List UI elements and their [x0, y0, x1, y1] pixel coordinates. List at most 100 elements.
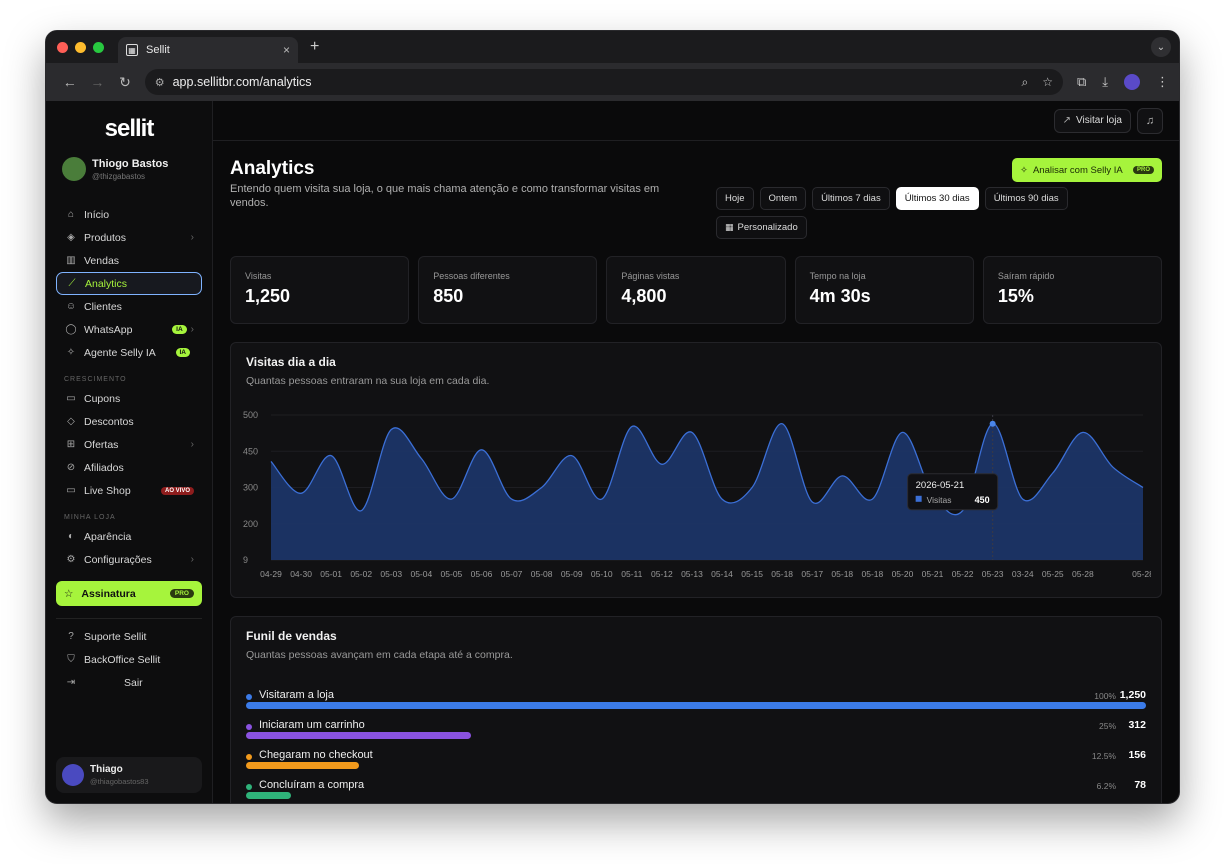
funnel-step-bar: [246, 732, 471, 739]
sidebar-item-cupons[interactable]: ▭ Cupons: [56, 387, 202, 410]
top-bar: ↗ Visitar loja ♫: [213, 101, 1179, 141]
palette-icon: ◐: [67, 531, 75, 542]
funnel-step-bar: [246, 792, 291, 799]
stat-label: Visitas: [245, 271, 272, 281]
user-name: Thiogo Bastos: [92, 157, 169, 170]
user-handle: @thiagobastos83: [90, 777, 149, 786]
period-custom[interactable]: ▦ Personalizado: [716, 216, 807, 239]
sidebar-item-produtos[interactable]: ◈ Produtos ›: [56, 226, 202, 249]
line-chart-icon: ⟋: [68, 278, 76, 289]
live-badge: AO VIVO: [160, 486, 194, 495]
sidebar-item-label: Afiliados: [84, 461, 124, 474]
external-link-icon: ↗: [1062, 115, 1072, 126]
sidebar-item-label: Configurações: [84, 553, 152, 566]
zoom-icon[interactable]: ⌕: [1021, 75, 1028, 90]
x-tick-label: 05-20: [892, 569, 914, 579]
chevron-down-icon[interactable]: ⌄: [1151, 37, 1171, 57]
more-menu-icon[interactable]: ⋮: [1156, 74, 1169, 90]
extensions-icon[interactable]: ⧉: [1077, 74, 1086, 90]
sparkle-icon: ✧: [1020, 164, 1028, 176]
chevron-right-icon: ›: [190, 439, 194, 450]
funnel-step-percent: 25%: [1098, 721, 1116, 731]
link-icon: ⊘: [66, 462, 76, 473]
main-content: ↗ Visitar loja ♫ Analytics Entendo quem v…: [213, 101, 1179, 803]
sparkle-icon: ✧: [66, 347, 76, 358]
tab-close-icon[interactable]: ×: [283, 43, 290, 57]
minimize-window-button[interactable]: [75, 41, 86, 53]
browser-window: ▦ Sellit × + ⌄ ← → ↻ ⚙ app.sellitbr.com/…: [45, 30, 1180, 804]
stat-label: Tempo na loja: [809, 271, 866, 281]
sidebar-item-live-shop[interactable]: ▭ Live Shop AO VIVO: [56, 479, 202, 502]
sidebar-item-afiliados[interactable]: ⊘ Afiliados: [56, 456, 202, 479]
stat-value: 4,800: [621, 286, 667, 306]
bell-icon[interactable]: ♫: [1137, 107, 1163, 134]
sidebar-item-vendas[interactable]: ▥ Vendas: [56, 249, 202, 272]
browser-tab[interactable]: ▦ Sellit ×: [118, 37, 298, 63]
funnel-step: Chegaram no checkout 12.5% 156: [246, 745, 1146, 775]
funnel-step: Iniciaram um carrinho 25% 312: [246, 715, 1146, 745]
x-tick-label: 05-07: [501, 569, 523, 579]
stat-card: Páginas vistas 4,800: [606, 256, 786, 324]
visits-chart[interactable]: 500 450 300 200 9 2026-05-21 Visitas 450 04-29 04…: [241, 405, 1151, 585]
site-settings-icon[interactable]: ⚙: [155, 76, 165, 89]
period-yesterday[interactable]: Ontem: [759, 187, 807, 210]
x-tick-label: 04-30: [290, 569, 312, 579]
x-tick-label: 05-06: [471, 569, 493, 579]
sidebar-item-label: Ofertas: [84, 438, 119, 451]
profile-avatar[interactable]: [1124, 74, 1140, 90]
sidebar-item-aparencia[interactable]: ◐ Aparência: [56, 525, 202, 548]
sidebar-item-label: Sair: [124, 676, 143, 689]
sidebar-item-analytics[interactable]: ⟋ Analytics: [56, 272, 202, 295]
avatar: [62, 157, 86, 181]
period-90-days[interactable]: Últimos 90 dias: [984, 187, 1068, 210]
maximize-window-button[interactable]: [93, 41, 104, 53]
funnel-step-label: Visitaram a loja: [259, 689, 334, 701]
url-field[interactable]: ⚙ app.sellitbr.com/analytics ⌕ ☆: [144, 69, 1063, 95]
forward-icon[interactable]: →: [84, 74, 112, 90]
period-today[interactable]: Hoje: [716, 187, 754, 210]
gear-icon: ⚙: [66, 554, 76, 565]
x-tick-label: 05-04: [410, 569, 432, 579]
sidebar-item-agente-selly[interactable]: ✧ Agente Selly IA IA: [56, 341, 202, 364]
bookmark-star-icon[interactable]: ☆: [1042, 75, 1053, 90]
url-text: app.sellitbr.com/analytics: [172, 75, 312, 89]
period-7-days[interactable]: Últimos 7 dias: [812, 187, 890, 210]
sidebar-item-ofertas[interactable]: ⊞ Ofertas ›: [56, 433, 202, 456]
y-tick-label: 200: [243, 519, 258, 529]
download-icon[interactable]: ⤓: [1102, 74, 1108, 90]
x-tick-label: 05-03: [380, 569, 402, 579]
sidebar-item-backoffice[interactable]: ⛉ BackOffice Sellit: [56, 648, 202, 671]
chevron-right-icon: ›: [190, 324, 194, 335]
back-icon[interactable]: ←: [56, 74, 84, 90]
sellit-logo[interactable]: sellit: [56, 115, 202, 143]
funnel-step-label: Concluíram a compra: [259, 779, 365, 791]
sidebar-item-suporte[interactable]: ? Suporte Sellit: [56, 625, 202, 648]
sidebar-item-label: Analytics: [85, 277, 128, 290]
account-user[interactable]: Thiago @thiagobastos83: [56, 757, 202, 793]
sidebar-item-whatsapp[interactable]: ◯ WhatsApp IA ›: [56, 318, 202, 341]
close-window-button[interactable]: [57, 41, 68, 53]
sidebar-item-clientes[interactable]: ☺ Clientes: [56, 295, 202, 318]
tooltip-date: 2026-05-21: [916, 480, 965, 491]
help-icon: ?: [68, 631, 74, 642]
analyze-ai-button[interactable]: ✧ Analisar com Selly IA PRO: [1012, 158, 1162, 182]
chat-icon: ◯: [65, 324, 77, 335]
store-user[interactable]: Thiogo Bastos @thizgabastos: [56, 157, 202, 181]
period-30-days[interactable]: Últimos 30 dias: [895, 187, 979, 210]
x-tick-label: 05-13: [681, 569, 703, 579]
sidebar-item-inicio[interactable]: ⌂ Início: [56, 203, 202, 226]
visits-chart-card: Visitas dia a dia Quantas pessoas entrar…: [230, 342, 1162, 598]
funnel-step-value: 156: [1128, 749, 1146, 761]
sidebar-item-configuracoes[interactable]: ⚙ Configurações ›: [56, 548, 202, 571]
funnel-subtitle: Quantas pessoas avançam em cada etapa at…: [246, 649, 513, 661]
visit-store-button[interactable]: ↗ Visitar loja: [1053, 108, 1131, 133]
stats-row: Visitas 1,250 Pessoas diferentes 850 Págin…: [230, 256, 1163, 324]
funnel-steps: Visitaram a loja 100% 1,250 Iniciaram um ca…: [246, 685, 1146, 803]
sidebar-item-descontos[interactable]: ◇ Descontos: [56, 410, 202, 433]
sidebar-item-sair[interactable]: ⇥ Sair: [56, 671, 202, 694]
x-tick-label: 05-28: [1072, 569, 1094, 579]
subscription-button[interactable]: ☆ Assinatura PRO: [56, 581, 202, 606]
funnel-step-bar: [246, 702, 1146, 709]
reload-icon[interactable]: ↻: [111, 74, 139, 91]
new-tab-button[interactable]: +: [310, 38, 319, 56]
